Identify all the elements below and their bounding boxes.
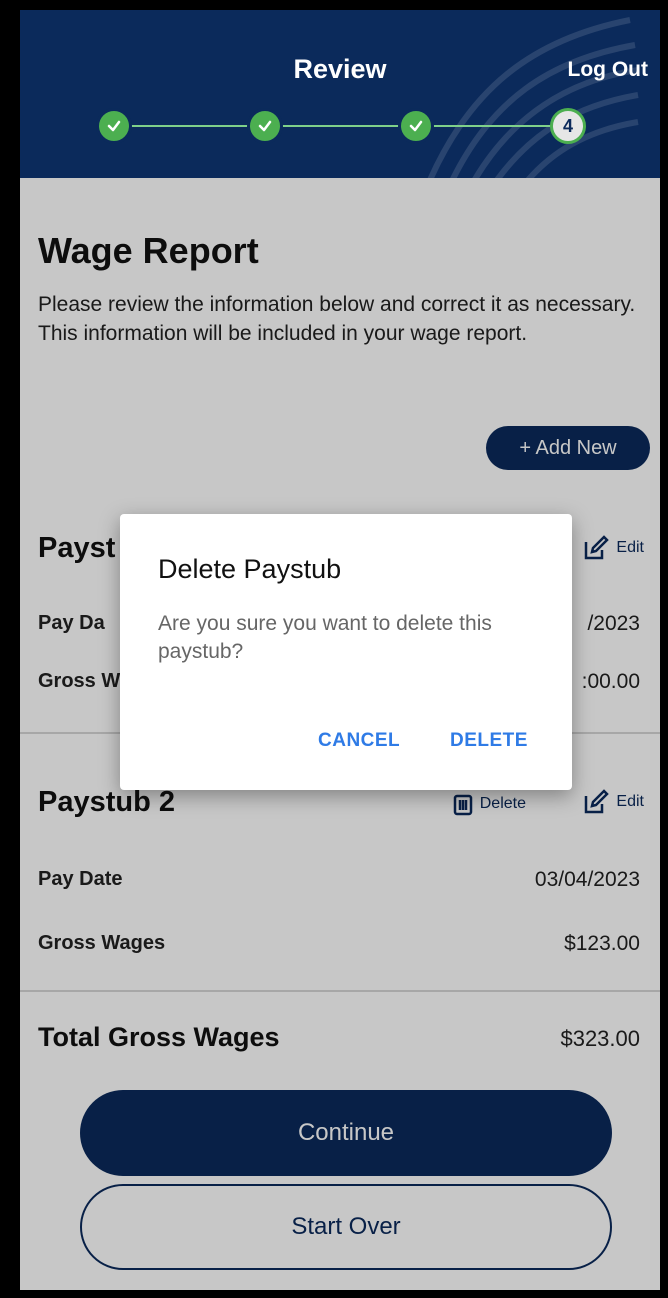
step-3	[398, 108, 434, 144]
progress-stepper: 4	[96, 108, 586, 144]
step-2	[247, 108, 283, 144]
dialog-message: Are you sure you want to delete this pay…	[158, 612, 492, 663]
stepper-line	[114, 125, 568, 127]
check-icon	[258, 120, 272, 132]
step-4: 4	[550, 108, 586, 144]
header-title: Review	[293, 54, 387, 84]
cancel-button[interactable]: CANCEL	[318, 730, 400, 752]
step-1	[96, 108, 132, 144]
delete-button[interactable]: DELETE	[450, 730, 528, 752]
check-icon	[409, 120, 423, 132]
app-screen: Review Log Out 4 Wage Report Please revi…	[20, 10, 660, 1290]
eagle-watermark-icon	[427, 17, 639, 178]
app-header: Review Log Out 4	[20, 10, 660, 178]
check-icon	[107, 120, 121, 132]
dialog-title: Delete Paystub	[158, 554, 342, 584]
logout-button[interactable]: Log Out	[568, 58, 648, 82]
delete-paystub-dialog: Delete Paystub Are you sure you want to …	[120, 514, 572, 790]
